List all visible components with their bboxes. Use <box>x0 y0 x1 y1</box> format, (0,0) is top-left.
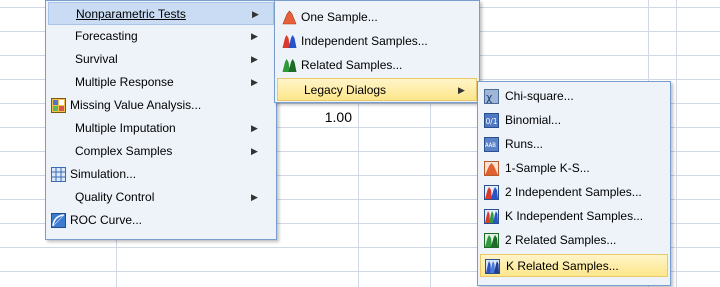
menu-item-related-samples[interactable]: Related Samples... <box>277 54 477 77</box>
data-cell-value[interactable]: 1.00 <box>306 109 352 125</box>
legacy-dialogs-submenu: χ Chi-square... 0/1 Binomial... AAB Runs… <box>477 81 671 286</box>
simulation-icon <box>51 167 66 182</box>
menu-item-simulation[interactable]: Simulation... <box>48 163 274 186</box>
menu-item-label: 2 Independent Samples... <box>505 185 642 199</box>
nonparametric-submenu: One Sample... Independent Samples... Rel… <box>274 0 480 103</box>
submenu-arrow-icon: ▶ <box>251 146 258 156</box>
menu-item-label: Multiple Imputation <box>75 121 176 135</box>
analyze-submenu: Nonparametric Tests ▶ Forecasting ▶ Surv… <box>45 0 277 240</box>
one-sample-icon <box>282 10 297 25</box>
menu-item-multiple-response[interactable]: Multiple Response ▶ <box>48 71 274 94</box>
submenu-arrow-icon: ▶ <box>251 192 258 202</box>
binomial-icon: 0/1 <box>484 113 499 128</box>
menu-item-label: 2 Related Samples... <box>505 233 617 247</box>
menu-item-missing-value-analysis[interactable]: Missing Value Analysis... <box>48 94 274 117</box>
submenu-arrow-icon: ▶ <box>251 31 258 41</box>
independent-samples-icon <box>282 35 297 48</box>
menu-item-nonparametric-tests[interactable]: Nonparametric Tests ▶ <box>48 2 274 25</box>
chi-square-icon: χ <box>484 89 499 104</box>
submenu-arrow-icon: ▶ <box>458 85 465 95</box>
svg-text:χ: χ <box>486 91 493 104</box>
runs-icon: AAB <box>484 137 499 152</box>
menu-item-roc-curve[interactable]: ROC Curve... <box>48 209 274 232</box>
missing-value-icon <box>51 98 66 113</box>
menu-item-label: Simulation... <box>70 167 137 181</box>
svg-text:0/1: 0/1 <box>486 117 498 126</box>
k-related-samples-icon <box>485 259 500 274</box>
menu-item-label: Forecasting <box>75 29 138 43</box>
menu-item-quality-control[interactable]: Quality Control ▶ <box>48 186 274 209</box>
menu-item-independent-samples[interactable]: Independent Samples... <box>277 30 477 53</box>
menu-item-label: Chi-square... <box>505 89 574 103</box>
menu-item-label: Independent Samples... <box>301 34 428 48</box>
menu-item-one-sample[interactable]: One Sample... <box>277 6 477 29</box>
menu-item-label: Multiple Response <box>75 75 174 89</box>
menu-item-two-independent-samples[interactable]: 2 Independent Samples... <box>480 181 668 204</box>
menu-item-label: ROC Curve... <box>70 213 143 227</box>
submenu-arrow-icon: ▶ <box>251 77 258 87</box>
menu-item-label: 1-Sample K-S... <box>505 161 590 175</box>
menu-item-multiple-imputation[interactable]: Multiple Imputation ▶ <box>48 117 274 140</box>
related-samples-icon <box>282 59 297 72</box>
menu-item-label: Quality Control <box>75 190 155 204</box>
menu-item-label: Survival <box>75 52 118 66</box>
svg-text:AAB: AAB <box>485 142 496 149</box>
menu-item-label: Runs... <box>505 137 544 151</box>
menu-item-label: K Independent Samples... <box>505 209 644 223</box>
roc-curve-icon <box>51 213 66 228</box>
menu-item-forecasting[interactable]: Forecasting ▶ <box>48 25 274 48</box>
menu-item-binomial[interactable]: 0/1 Binomial... <box>480 109 668 132</box>
submenu-arrow-icon: ▶ <box>251 123 258 133</box>
menu-item-label: Nonparametric Tests <box>76 7 186 21</box>
menu-item-label: Legacy Dialogs <box>304 83 387 97</box>
menu-item-two-related-samples[interactable]: 2 Related Samples... <box>480 229 668 252</box>
two-independent-samples-icon <box>484 185 499 200</box>
menu-item-legacy-dialogs[interactable]: Legacy Dialogs ▶ <box>277 78 477 101</box>
menu-item-label: Related Samples... <box>301 58 403 72</box>
menu-item-label: Complex Samples <box>75 144 173 158</box>
k-independent-samples-icon <box>484 209 499 224</box>
submenu-arrow-icon: ▶ <box>252 9 259 19</box>
menu-item-label: Missing Value Analysis... <box>70 98 202 112</box>
menu-item-survival[interactable]: Survival ▶ <box>48 48 274 71</box>
menu-item-complex-samples[interactable]: Complex Samples ▶ <box>48 140 274 163</box>
menu-item-one-sample-ks[interactable]: 1-Sample K-S... <box>480 157 668 180</box>
submenu-arrow-icon: ▶ <box>251 54 258 64</box>
menu-item-label: One Sample... <box>301 10 378 24</box>
menu-item-k-related-samples[interactable]: K Related Samples... <box>480 254 668 277</box>
one-sample-ks-icon <box>484 161 499 176</box>
menu-item-chi-square[interactable]: χ Chi-square... <box>480 85 668 108</box>
menu-item-label: Binomial... <box>505 113 562 127</box>
menu-item-label: K Related Samples... <box>506 259 619 273</box>
menu-item-k-independent-samples[interactable]: K Independent Samples... <box>480 205 668 228</box>
menu-item-runs[interactable]: AAB Runs... <box>480 133 668 156</box>
two-related-samples-icon <box>484 233 499 248</box>
